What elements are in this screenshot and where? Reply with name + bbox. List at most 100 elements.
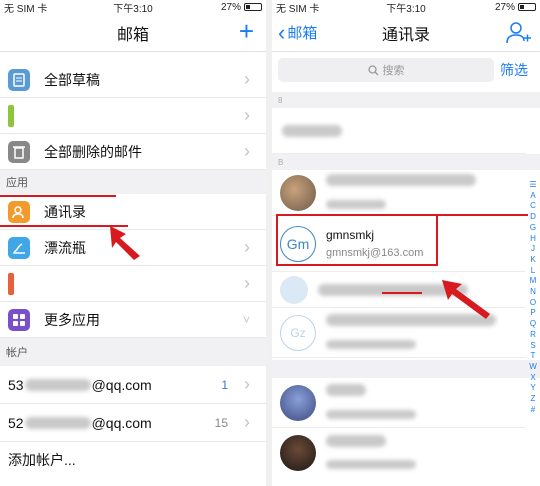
add-account-label: 添加帐户...	[8, 452, 76, 468]
alphabet-letter[interactable]: Y	[530, 383, 535, 394]
alphabet-letter[interactable]: P	[530, 308, 535, 319]
status-bar: 无 SIM 卡 下午3:10 27%	[272, 0, 540, 15]
alphabet-letter[interactable]: ☰	[529, 180, 536, 191]
status-bar: 无 SIM 卡 下午3:10 27%	[0, 0, 266, 15]
avatar	[280, 174, 316, 211]
chevron-right-icon: ›	[244, 141, 250, 161]
battery-icon	[518, 3, 537, 11]
alphabet-letter[interactable]: H	[530, 234, 536, 245]
carrier-text: 无 SIM 卡	[4, 3, 48, 15]
alphabet-letter[interactable]: T	[531, 351, 536, 362]
mailbox-screen: 无 SIM 卡 下午3:10 27% 邮箱 + 全部草稿 › › 全部删除的邮件…	[0, 0, 266, 486]
highlight-underline	[382, 292, 422, 294]
compose-plus-button[interactable]: +	[239, 18, 254, 44]
app-item[interactable]: ›	[0, 266, 266, 302]
alphabet-letter[interactable]: N	[530, 287, 536, 298]
alphabet-letter[interactable]: L	[531, 266, 535, 277]
account-item[interactable]: 53 @qq.com 1 ›	[0, 366, 266, 404]
redacted-email	[326, 460, 416, 470]
alphabet-letter[interactable]: R	[530, 330, 536, 341]
battery-indicator: 27%	[449, 1, 537, 13]
redacted-text	[24, 378, 91, 391]
alphabet-letter[interactable]: S	[530, 341, 535, 352]
chevron-right-icon: ›	[244, 412, 250, 432]
search-input[interactable]: 搜索	[278, 58, 494, 82]
redacted-name	[326, 434, 386, 447]
avatar	[280, 384, 316, 421]
chevron-down-icon: ˅	[242, 312, 250, 327]
annotation-arrow-icon	[110, 226, 140, 260]
section-header-letter: 8	[272, 92, 540, 108]
chevron-right-icon: ›	[244, 69, 250, 89]
folder-label: 全部删除的邮件	[44, 143, 142, 160]
account-suffix: @qq.com	[91, 414, 152, 431]
alphabet-letter[interactable]: O	[530, 298, 536, 309]
account-prefix: 52	[8, 414, 24, 431]
app-icon	[8, 272, 14, 295]
contact-row[interactable]	[272, 170, 526, 216]
chevron-right-icon: ›	[244, 105, 250, 125]
unread-count: 1	[221, 377, 228, 392]
redacted-text	[24, 416, 91, 429]
chevron-right-icon: ›	[244, 237, 250, 257]
folder-icon	[8, 104, 14, 127]
trash-icon	[8, 140, 30, 163]
alphabet-letter[interactable]: W	[529, 362, 537, 373]
battery-icon	[244, 3, 262, 11]
section-header-hash	[272, 360, 540, 378]
alphabet-letter[interactable]: G	[530, 223, 536, 234]
back-button[interactable]: ‹ 邮箱	[278, 21, 318, 43]
chevron-right-icon: ›	[244, 374, 250, 394]
alphabet-letter[interactable]: Q	[530, 319, 536, 330]
unread-count: 15	[214, 415, 228, 430]
redacted-email	[326, 409, 416, 419]
contact-row-gmnsmkj[interactable]: Gm gmnsmkj gmnsmkj@163.com	[272, 216, 526, 272]
highlight-line-top	[0, 195, 116, 197]
avatar-initials: Gm	[280, 225, 316, 262]
highlight-line	[438, 214, 528, 216]
avatar	[280, 435, 316, 471]
folder-item-drafts[interactable]: 全部草稿 ›	[0, 62, 266, 98]
contact-row[interactable]	[272, 108, 526, 154]
app-label: 更多应用	[44, 311, 100, 328]
alphabet-letter[interactable]: #	[531, 405, 535, 416]
folder-item[interactable]: ›	[0, 98, 266, 134]
folder-label: 全部草稿	[44, 71, 100, 88]
alphabet-letter[interactable]: J	[531, 244, 535, 255]
redacted-name	[326, 174, 476, 187]
bottle-icon	[8, 236, 30, 259]
annotation-arrow-icon	[442, 280, 490, 319]
account-item[interactable]: 52 @qq.com 15 ›	[0, 404, 266, 442]
alphabet-letter[interactable]: M	[530, 276, 537, 287]
alphabet-letter[interactable]: K	[530, 255, 535, 266]
search-placeholder: 搜索	[382, 65, 405, 77]
battery-text: 27%	[220, 1, 241, 13]
contact-row[interactable]	[272, 428, 526, 478]
avatar-initials: Gz	[280, 314, 316, 351]
filter-button[interactable]: 筛选	[500, 60, 528, 80]
page-title: 通讯录	[381, 26, 430, 44]
contacts-screen: 无 SIM 卡 下午3:10 27% ‹ 邮箱 通讯录 搜索 筛选 8 B Gm…	[272, 0, 540, 486]
app-label: 通讯录	[44, 203, 86, 220]
folder-item-deleted[interactable]: 全部删除的邮件 ›	[0, 134, 266, 170]
redacted-text	[282, 124, 342, 137]
alphabet-letter[interactable]: X	[530, 373, 535, 384]
more-apps-icon	[8, 308, 30, 331]
battery-text: 27%	[495, 1, 516, 13]
alphabet-letter[interactable]: D	[530, 212, 536, 223]
alphabet-letter[interactable]: C	[530, 201, 536, 212]
clock-text: 下午3:10	[113, 3, 153, 15]
drafts-icon	[8, 68, 30, 91]
alphabet-letter[interactable]: A	[530, 191, 535, 202]
section-header-apps: 应用	[0, 170, 266, 194]
page-title: 邮箱	[116, 26, 149, 44]
section-header-accounts: 帐户	[0, 338, 266, 366]
app-item-more-apps[interactable]: 更多应用 ˅	[0, 302, 266, 338]
add-account-item[interactable]: 添加帐户...	[0, 442, 266, 478]
back-label: 邮箱	[287, 25, 318, 42]
contacts-icon	[8, 200, 30, 223]
add-contact-icon[interactable]	[506, 20, 532, 46]
contact-row[interactable]	[272, 378, 526, 428]
alphabet-letter[interactable]: Z	[531, 394, 536, 405]
alphabet-index[interactable]: ☰ A C D G H J K L M N O P Q R S T W X Y Z #	[528, 180, 538, 415]
